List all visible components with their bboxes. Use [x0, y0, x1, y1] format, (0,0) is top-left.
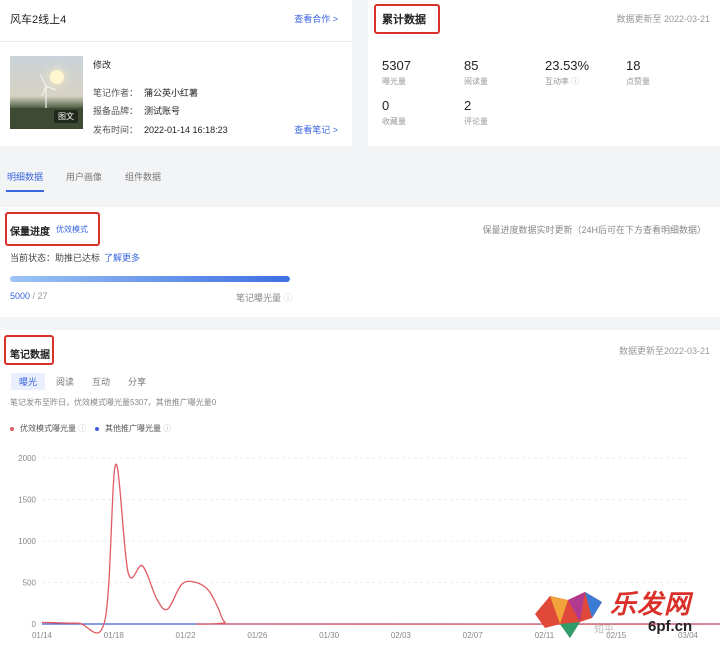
note-info-card: 风车2线上4 查看合作 > 图文 修改 笔记作者： 蒲公英小红薯 报备品牌： 测试账…	[0, 0, 352, 146]
note-thumbnail[interactable]: 图文	[10, 56, 83, 129]
metric-value: 5307	[382, 58, 411, 73]
legend-item-other[interactable]: 其他推广曝光量 ⓘ	[95, 423, 171, 434]
metric-value: 2	[464, 98, 472, 113]
watermark-text: 乐发网	[610, 589, 692, 619]
progress-total: / 27	[32, 291, 48, 301]
status-value: 助推已达标	[55, 253, 101, 263]
x-tick-label: 01/18	[104, 631, 125, 640]
brand-value: 测试账号	[144, 106, 181, 116]
metric-reads: 85 阅读量	[464, 58, 488, 87]
highlight-box	[5, 212, 100, 246]
progress-bar-fill	[10, 276, 290, 282]
x-tick-label: 02/03	[391, 631, 412, 640]
info-icon[interactable]: ⓘ	[571, 77, 579, 86]
subtab-exposure[interactable]: 曝光	[11, 373, 46, 390]
y-tick-label: 2000	[18, 454, 36, 463]
metric-comments: 2 评论量	[464, 98, 488, 127]
guarantee-progress-card: 保量进度 优效模式 保量进度数据实时更新（24H后可在下方查看明细数据） 当前状…	[0, 207, 720, 317]
y-tick-label: 1500	[18, 496, 36, 505]
metric-label: 收藏量	[382, 117, 406, 126]
brand-label: 报备品牌：	[93, 106, 139, 116]
metric-interaction-rate: 23.53% 互动率 ⓘ	[545, 58, 589, 87]
metric-label: 曝光量	[382, 77, 406, 86]
metric-label: 互动率 ⓘ	[545, 77, 580, 86]
subtab-reads[interactable]: 阅读	[48, 373, 82, 390]
y-tick-label: 500	[23, 579, 37, 588]
status-row: 当前状态：助推已达标 了解更多	[10, 251, 140, 264]
legend-dot	[95, 426, 99, 431]
tab-user-profile[interactable]: 用户画像	[66, 170, 102, 183]
highlight-box	[374, 4, 440, 34]
legend-item-premium[interactable]: 优效模式曝光量 ⓘ	[10, 423, 86, 434]
view-note-link[interactable]: 查看笔记 >	[294, 123, 338, 136]
detail-tabs: 明细数据 用户画像 组件数据	[0, 160, 720, 192]
divider	[0, 41, 352, 42]
subtab-interactions[interactable]: 互动	[84, 373, 118, 390]
progress-hint: 保量进度数据实时更新（24H后可在下方查看明细数据）	[482, 225, 706, 235]
x-tick-label: 02/07	[463, 631, 484, 640]
brand-row: 报备品牌： 测试账号	[93, 104, 180, 117]
info-icon[interactable]: ⓘ	[163, 424, 171, 433]
metric-label: 阅读量	[464, 77, 488, 86]
metric-value: 23.53%	[545, 58, 590, 73]
highlight-box	[4, 335, 54, 365]
metric-likes: 18 点赞量	[626, 58, 650, 87]
active-tab-indicator	[6, 190, 44, 192]
author-label: 笔记作者：	[93, 88, 139, 98]
progress-bar	[10, 276, 290, 282]
note-data-description: 笔记发布至昨日，优效模式曝光量5307，其他推广曝光量0	[10, 398, 217, 407]
watermark-logo: 乐发网 知乎 6pf.cn	[530, 578, 720, 646]
author-value: 蒲公英小红薯	[144, 88, 199, 98]
note-data-updated: 数据更新至2022-03-21	[618, 346, 710, 356]
metric-exposure: 5307 曝光量	[382, 58, 411, 87]
tab-component-data[interactable]: 组件数据	[125, 170, 161, 183]
y-tick-label: 0	[32, 620, 37, 629]
y-tick-label: 1000	[18, 537, 36, 546]
metric-value: 18	[626, 58, 641, 73]
progress-bar-label: 笔记曝光量 ⓘ	[236, 293, 293, 303]
author-row: 笔记作者： 蒲公英小红薯	[93, 86, 198, 99]
progress-count: 5000 / 27	[10, 291, 48, 301]
metric-label: 点赞量	[626, 77, 650, 86]
x-tick-label: 01/30	[319, 631, 340, 640]
progress-current: 5000	[10, 291, 31, 301]
publish-time-label: 发布时间：	[93, 125, 139, 135]
metric-value: 85	[464, 58, 479, 73]
subtab-shares[interactable]: 分享	[120, 373, 154, 390]
learn-more-link[interactable]: 了解更多	[104, 253, 140, 263]
x-tick-label: 01/22	[176, 631, 197, 640]
note-title: 风车2线上4	[10, 14, 67, 26]
watermark-small: 知乎	[594, 625, 614, 636]
status-label: 当前状态：	[10, 253, 56, 263]
tab-detail-data[interactable]: 明细数据	[7, 170, 43, 183]
edit-button[interactable]: 修改	[93, 58, 111, 71]
info-icon[interactable]: ⓘ	[78, 424, 86, 433]
note-type-tag: 图文	[54, 110, 78, 123]
view-cooperation-link[interactable]: 查看合作 >	[294, 12, 338, 25]
publish-time-value: 2022-01-14 16:18:23	[144, 125, 228, 135]
metric-favorites: 0 收藏量	[382, 98, 406, 127]
metric-label: 评论量	[464, 117, 488, 126]
cumulative-updated: 数据更新至 2022-03-21	[616, 14, 710, 24]
watermark-url: 6pf.cn	[648, 618, 693, 635]
metric-value: 0	[382, 98, 390, 113]
publish-time-row: 发布时间： 2022-01-14 16:18:23	[93, 123, 228, 136]
x-tick-label: 01/26	[247, 631, 268, 640]
info-icon[interactable]: ⓘ	[284, 293, 293, 303]
x-tick-label: 01/14	[32, 631, 53, 640]
legend-dot	[10, 426, 14, 431]
cumulative-data-card: 累计数据 数据更新至 2022-03-21 5307 曝光量 85 阅读量 23…	[368, 0, 720, 146]
